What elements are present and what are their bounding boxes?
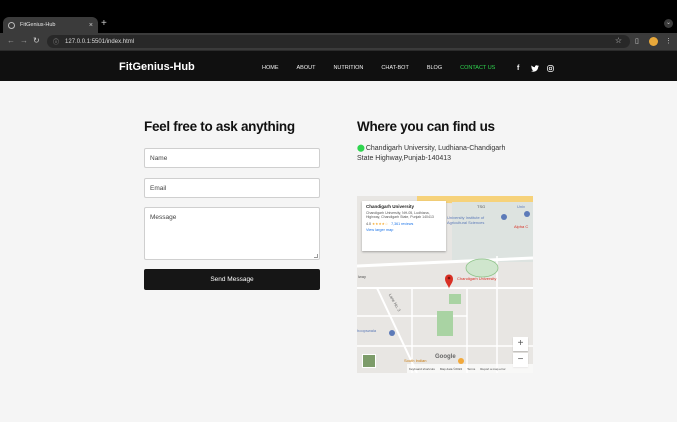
profile-avatar[interactable] [649, 37, 658, 46]
address-bar[interactable]: ⓘ 127.0.0.1:5501/index.html ☆ [47, 35, 630, 48]
forward-icon[interactable]: → [20, 36, 28, 45]
star-rating-icon: ★★★★☆ [372, 221, 389, 226]
name-field[interactable]: Name [144, 148, 320, 168]
map-label-south-indian: South Indian [404, 358, 427, 363]
map-layers-button[interactable] [362, 354, 376, 368]
map-marker-label[interactable]: Chandigarh University [457, 276, 496, 281]
kebab-menu-icon[interactable]: ⋮ [665, 37, 672, 45]
map-label-alpha: Alpha C [514, 224, 529, 229]
terms-link[interactable]: Terms [467, 367, 475, 371]
address-line2: State Highway,Punjab-140413 [357, 155, 452, 162]
nav-blog[interactable]: BLOG [427, 65, 442, 71]
resize-handle[interactable] [314, 254, 318, 258]
reviews-link[interactable]: 7,361 reviews [391, 222, 413, 226]
browser-tab[interactable]: FitGenius-Hub × [3, 17, 98, 33]
bookmark-star-icon[interactable]: ☆ [615, 36, 622, 45]
browser-tabstrip: FitGenius-Hub × + ⌄ [0, 0, 677, 33]
report-error-link[interactable]: Report a map error [480, 367, 505, 371]
site-info-icon[interactable]: ⓘ [53, 37, 59, 46]
address: ⬤Chandigarh University, Ludhiana-Chandig… [357, 144, 527, 164]
address-line1: Chandigarh University, Ludhiana-Chandiga… [365, 145, 506, 152]
reload-icon[interactable]: ↻ [33, 36, 40, 45]
nav-chat-bot[interactable]: CHAT-BOT [381, 65, 408, 71]
map-label-univ: Univ [517, 204, 526, 209]
facebook-icon[interactable]: f [517, 65, 519, 72]
map-data-text: Map data ©2024 [439, 366, 463, 371]
keyboard-shortcuts-link[interactable]: Keyboard shortcuts [409, 367, 435, 371]
back-icon[interactable]: ← [7, 36, 15, 45]
email-placeholder: Email [150, 185, 167, 192]
nav-home[interactable]: HOME [262, 65, 279, 71]
view-larger-map-link[interactable]: View larger map [366, 228, 442, 232]
google-logo: Google [435, 354, 456, 360]
browser-toolbar: ← → ↻ ⓘ 127.0.0.1:5501/index.html ☆ ▯ ⋮ [0, 33, 677, 50]
sidebar-icon[interactable]: ▯ [635, 37, 639, 45]
nav-contact-us[interactable]: CONTACT US [460, 65, 495, 71]
instagram-icon[interactable] [547, 65, 554, 74]
nav-about[interactable]: ABOUT [297, 65, 316, 71]
send-message-button[interactable]: Send Message [144, 269, 320, 290]
map-label-aas: University Institute of Agricultural Sci… [447, 215, 485, 225]
nav-nutrition[interactable]: NUTRITION [333, 65, 363, 71]
name-placeholder: Name [150, 155, 168, 162]
place-rating: 4.0 ★★★★☆ 7,361 reviews [366, 222, 442, 226]
contact-section: Feel free to ask anything Name Email Mes… [0, 81, 677, 422]
site-header: FitGenius-Hub HOME ABOUT NUTRITION CHAT-… [0, 50, 677, 81]
new-tab-button[interactable]: + [101, 18, 107, 29]
tab-title: FitGenius-Hub [20, 22, 56, 28]
map-info-card: Chandigarh University Chandigarh Univers… [362, 201, 446, 251]
zoom-in-button[interactable]: + [513, 337, 528, 351]
map-pin-icon: ⬤ [357, 145, 365, 152]
site-brand[interactable]: FitGenius-Hub [119, 61, 195, 73]
chevron-down-icon[interactable]: ⌄ [664, 19, 673, 28]
place-address: Chandigarh University, NH-05, Ludhiana, … [366, 211, 434, 220]
contact-heading: Feel free to ask anything [144, 119, 295, 134]
globe-icon [8, 21, 15, 29]
map-label-dhoopswala: hoopswala [357, 328, 377, 333]
twitter-icon[interactable] [531, 65, 539, 74]
url-text[interactable]: 127.0.0.1:5501/index.html [65, 39, 134, 45]
email-field[interactable]: Email [144, 178, 320, 198]
map-label-way: lway [358, 274, 367, 279]
main-nav: HOME ABOUT NUTRITION CHAT-BOT BLOG CONTA… [262, 65, 513, 71]
rating-value: 4.0 [366, 221, 371, 226]
place-name: Chandigarh University [366, 204, 415, 209]
embedded-map[interactable]: TSG Univ University Institute of Agricul… [357, 196, 533, 373]
message-placeholder: Message [150, 214, 177, 221]
map-footer: Keyboard shortcuts Map data ©2024 Terms … [407, 364, 533, 373]
message-field[interactable]: Message [144, 207, 320, 260]
tab-close-icon[interactable]: × [89, 22, 93, 29]
map-label-tsg: TSG [477, 204, 486, 209]
location-heading: Where you can find us [357, 119, 495, 134]
